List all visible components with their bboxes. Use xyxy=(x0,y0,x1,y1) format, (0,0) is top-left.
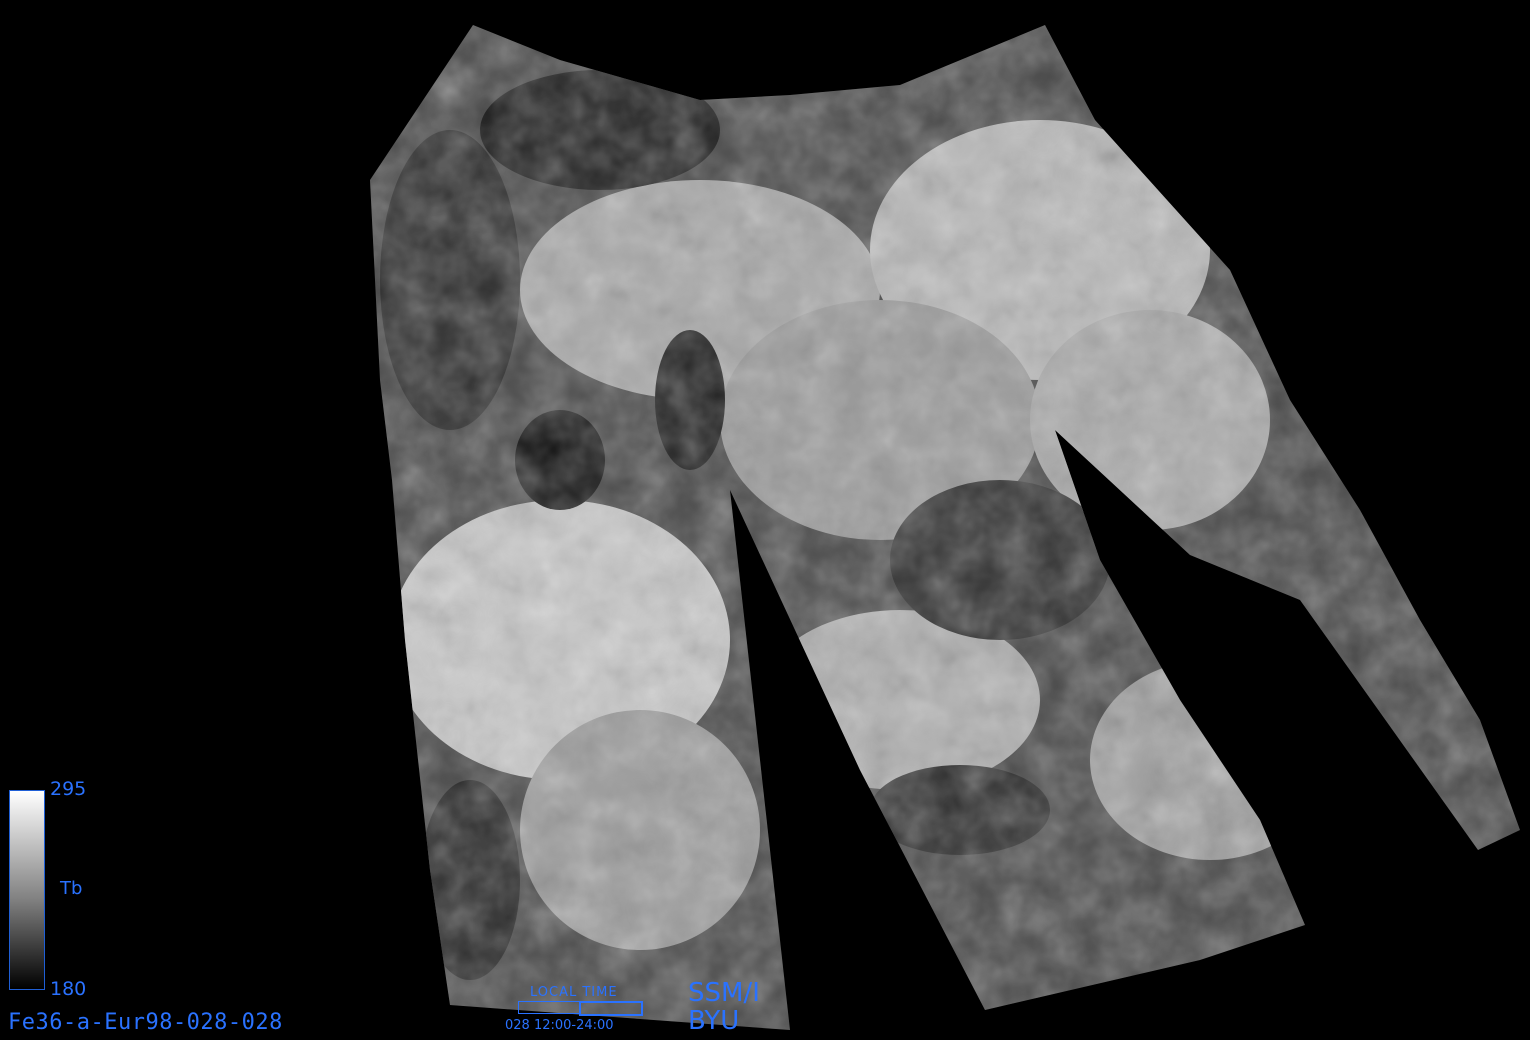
local-time-box-am xyxy=(518,1001,580,1014)
brightness-temperature-map xyxy=(370,25,1520,1030)
local-time-title: LOCAL TIME xyxy=(530,985,618,1000)
page: 295 Tb 180 Fe36-a-Eur98-028-028 LOCAL TI… xyxy=(0,0,1530,1040)
local-time-box-pm xyxy=(579,1001,643,1016)
sensor-label: SSM/I xyxy=(688,978,760,1008)
colorbar-max-label: 295 xyxy=(50,778,87,800)
swath-coverage xyxy=(370,25,1520,1030)
product-id: Fe36-a-Eur98-028-028 xyxy=(8,1010,283,1035)
colorbar-min-label: 180 xyxy=(50,978,87,1000)
local-time-range: 028 12:00-24:00 xyxy=(505,1018,614,1033)
colorbar xyxy=(9,790,45,990)
organization-label: BYU xyxy=(688,1006,740,1036)
colorbar-variable-label: Tb xyxy=(60,878,83,899)
